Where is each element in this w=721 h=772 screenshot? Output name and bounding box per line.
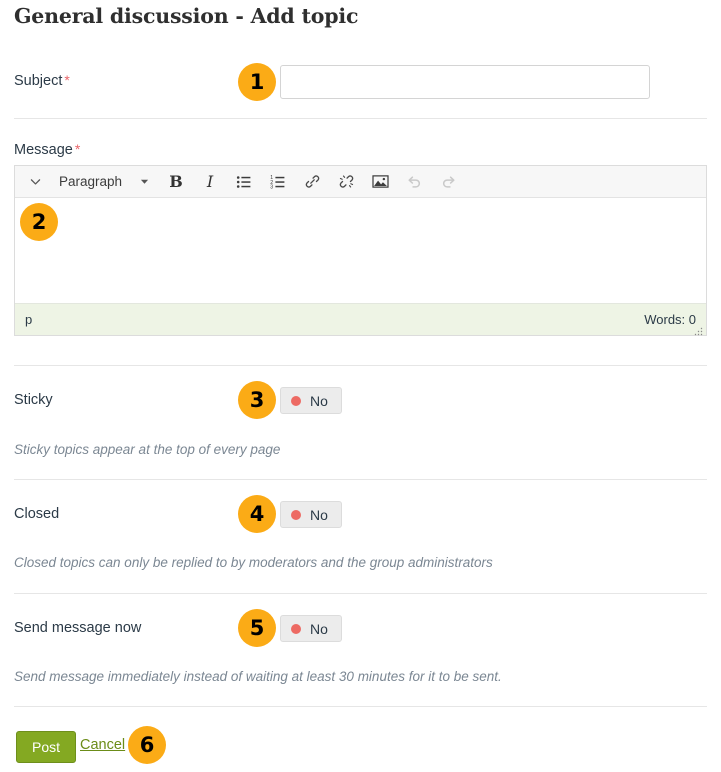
divider-sticky (14, 365, 707, 366)
subject-required-marker: * (64, 72, 70, 88)
redo-icon (432, 168, 464, 196)
divider-send-message (14, 593, 707, 594)
chevron-down-icon-format[interactable] (130, 168, 158, 196)
divider-subject (14, 118, 707, 119)
closed-help-text: Closed topics can only be replied to by … (14, 555, 493, 570)
send-message-now-help-text: Send message immediately instead of wait… (14, 669, 502, 684)
badge-1: 1 (238, 63, 276, 101)
sticky-toggle-value: No (310, 392, 328, 409)
send-message-now-label: Send message now (14, 620, 142, 636)
post-button[interactable]: Post (16, 731, 77, 763)
badge-6: 6 (128, 726, 166, 764)
numbered-list-icon[interactable]: 1 2 3 (262, 168, 294, 196)
editor-toolbar[interactable]: Paragraph B I 1 2 3 (15, 166, 706, 198)
bullet-list-icon[interactable] (228, 168, 260, 196)
editor-statusbar: p Words: 0 (15, 303, 706, 336)
bold-button[interactable]: B (160, 168, 192, 196)
editor-word-count: Words: 0 (644, 312, 696, 327)
add-topic-form-page: General discussion - Add topic Subject * … (0, 0, 721, 772)
link-icon[interactable] (296, 168, 328, 196)
badge-4: 4 (238, 495, 276, 533)
sticky-help-text: Sticky topics appear at the top of every… (14, 442, 281, 457)
message-label-text: Message (14, 142, 73, 158)
badge-3: 3 (238, 381, 276, 419)
unlink-icon[interactable] (330, 168, 362, 196)
divider-closed (14, 479, 707, 480)
svg-text:3: 3 (270, 184, 273, 190)
message-label: Message * (14, 141, 80, 158)
page-title: General discussion - Add topic (14, 4, 359, 28)
sticky-label: Sticky (14, 392, 53, 408)
closed-toggle-value: No (310, 506, 328, 523)
subject-label-text: Subject (14, 73, 63, 89)
italic-button[interactable]: I (194, 168, 226, 196)
resize-grip-icon[interactable] (694, 324, 703, 336)
cancel-link[interactable]: Cancel (80, 737, 125, 753)
undo-icon (398, 168, 430, 196)
image-icon[interactable] (364, 168, 396, 196)
send-message-now-toggle[interactable]: No (280, 615, 342, 642)
badge-5: 5 (238, 609, 276, 647)
subject-label: Subject * (14, 72, 70, 89)
closed-label: Closed (14, 506, 60, 522)
subject-input[interactable] (280, 65, 650, 99)
sticky-toggle[interactable]: No (280, 387, 342, 414)
badge-2: 2 (20, 203, 58, 241)
editor-element-path[interactable]: p (25, 312, 32, 327)
toggle-status-dot (291, 509, 301, 520)
toggle-status-dot (291, 395, 301, 406)
format-select[interactable]: Paragraph (51, 168, 128, 196)
send-message-now-toggle-value: No (310, 620, 328, 637)
closed-toggle[interactable]: No (280, 501, 342, 528)
chevron-down-icon[interactable] (21, 168, 49, 196)
divider-footer (14, 706, 707, 707)
message-editor-body[interactable] (15, 198, 706, 303)
message-editor[interactable]: Paragraph B I 1 2 3 p Words: 0 (14, 165, 707, 336)
toggle-status-dot (291, 623, 301, 634)
message-required-marker: * (74, 141, 81, 157)
